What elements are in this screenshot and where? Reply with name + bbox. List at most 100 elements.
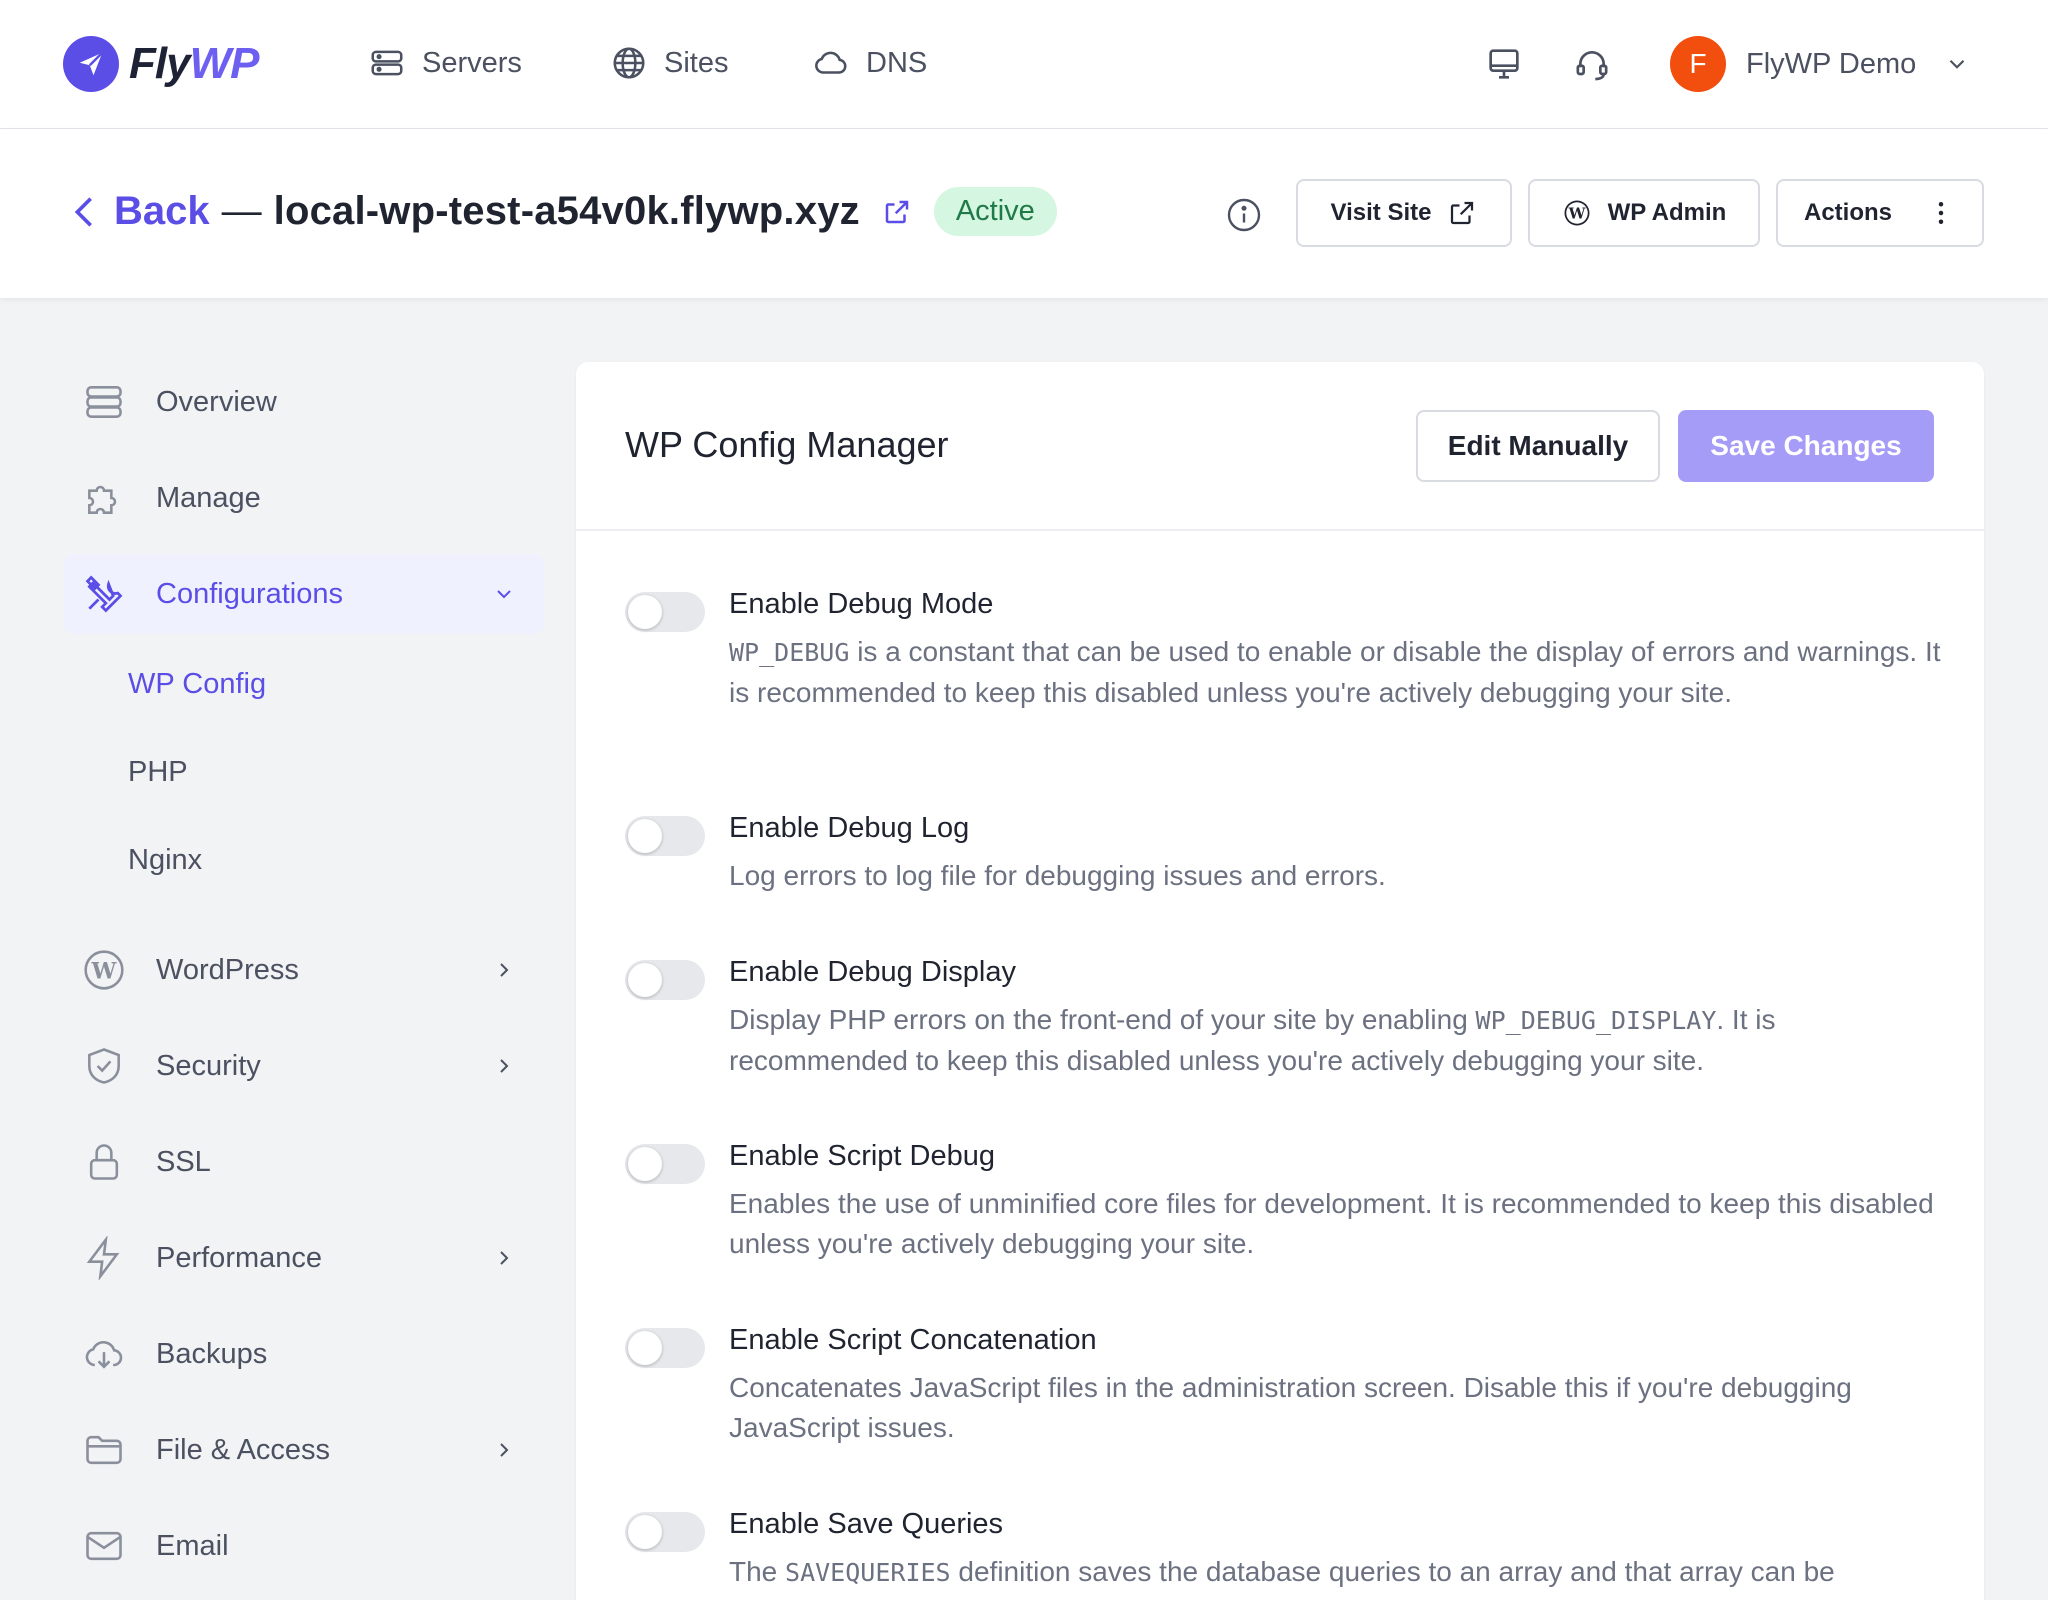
sidebar-item-label: WordPress <box>156 953 299 986</box>
sidebar-item-email[interactable]: Email <box>64 1506 544 1586</box>
chevron-right-icon <box>500 1059 509 1073</box>
setting-description-text: Display PHP errors on the front-end of y… <box>729 1004 1476 1035</box>
sidebar-item-security[interactable]: Security <box>64 1026 544 1106</box>
flywp-logo[interactable]: FlyWP <box>63 36 259 92</box>
actions-button[interactable]: Actions <box>1776 179 1984 247</box>
edit-manually-button[interactable]: Edit Manually <box>1416 410 1660 482</box>
logo-mark-icon <box>63 36 119 92</box>
wordpress-icon: W <box>84 950 124 990</box>
wordpress-icon: W <box>1564 200 1590 226</box>
toggle-knob <box>628 595 662 629</box>
headset-icon[interactable] <box>1572 44 1612 84</box>
sidebar-item-manage[interactable]: Manage <box>64 458 544 538</box>
code-constant: WP_DEBUG <box>729 638 850 667</box>
chevron-right-icon <box>500 1251 509 1265</box>
toggle-knob <box>628 819 662 853</box>
setting-description-text: definition saves the database queries to… <box>950 1556 1835 1587</box>
sidebar-item-ssl[interactable]: SSL <box>64 1122 544 1202</box>
chevron-left-icon[interactable] <box>70 192 98 232</box>
sidebar-subitem-nginx[interactable]: Nginx <box>128 844 202 877</box>
sidebar-item-overview[interactable]: Overview <box>64 362 544 442</box>
sidebar-subitem-wp-config[interactable]: WP Config <box>128 668 266 701</box>
sidebar-item-label: Security <box>156 1049 261 1082</box>
server-icon <box>371 50 403 76</box>
setting-description: Log errors to log file for debugging iss… <box>729 860 1386 891</box>
globe-icon <box>613 47 645 79</box>
save-changes-button[interactable]: Save Changes <box>1678 410 1934 482</box>
toggle-debug-log[interactable] <box>625 816 705 856</box>
shield-check-icon <box>88 1048 120 1084</box>
nav-dns-label: DNS <box>866 46 928 79</box>
toggle-script-debug[interactable] <box>625 1144 705 1184</box>
setting-title: Enable Debug Log <box>729 812 970 844</box>
code-constant: WP_DEBUG_DISPLAY <box>1475 1006 1717 1035</box>
external-link-icon[interactable] <box>882 197 912 227</box>
setting-description: Display PHP errors on the front-end of y… <box>729 1000 1945 1081</box>
wp-admin-button[interactable]: W WP Admin <box>1528 179 1760 247</box>
setting-title: Enable Script Concatenation <box>729 1324 1097 1356</box>
nav-dns[interactable]: DNS <box>812 44 927 82</box>
sidebar-item-label: SSL <box>156 1145 211 1178</box>
nav-sites[interactable]: Sites <box>610 44 728 82</box>
nav-servers-label: Servers <box>422 46 522 79</box>
monitor-icon[interactable] <box>1484 44 1524 84</box>
top-navbar: FlyWP Servers Sites DNS F FlyWP Demo <box>0 0 2048 129</box>
toggle-script-concatenation[interactable] <box>625 1328 705 1368</box>
cloud-download-icon <box>85 1341 123 1369</box>
actions-label: Actions <box>1803 199 1892 226</box>
chevron-right-icon <box>500 963 509 977</box>
visit-site-label: Visit Site <box>1330 199 1432 226</box>
sidebar-item-wordpress[interactable]: W WordPress <box>64 930 544 1010</box>
sidebar-item-label: Email <box>156 1529 229 1562</box>
lock-icon <box>89 1144 119 1180</box>
server-stack-icon <box>86 386 122 418</box>
back-link[interactable]: Back <box>114 189 210 234</box>
user-menu[interactable]: F FlyWP Demo <box>1670 36 1970 92</box>
sidebar-subitem-php[interactable]: PHP <box>128 756 188 789</box>
toggle-debug-display[interactable] <box>625 960 705 1000</box>
title-separator: — <box>221 189 262 233</box>
card-header: WP Config Manager Edit Manually Save Cha… <box>576 362 1984 531</box>
toggle-debug-mode[interactable] <box>625 592 705 632</box>
setting-title: Enable Script Debug <box>729 1140 995 1172</box>
folder-icon <box>86 1435 122 1465</box>
svg-text:W: W <box>91 958 117 984</box>
chevron-right-icon <box>500 1443 509 1457</box>
puzzle-icon <box>88 485 117 514</box>
chevron-down-icon <box>1949 59 1965 69</box>
chevron-down-icon <box>497 590 511 599</box>
nav-servers[interactable]: Servers <box>368 44 522 82</box>
setting-description-text: is a constant that can be used to enable… <box>729 636 1941 708</box>
setting-title: Enable Debug Display <box>729 956 1016 988</box>
toggle-save-queries[interactable] <box>625 1512 705 1552</box>
toggle-knob <box>628 963 662 997</box>
user-name: FlyWP Demo <box>1746 47 1917 80</box>
bolt-icon <box>86 1236 120 1280</box>
logo-wordmark: FlyWP <box>129 39 259 88</box>
cloud-icon <box>815 51 847 74</box>
wp-config-card: WP Config Manager Edit Manually Save Cha… <box>576 362 1984 1600</box>
mail-icon <box>86 1531 122 1561</box>
info-icon[interactable] <box>1226 197 1262 233</box>
svg-text:W: W <box>1567 205 1586 223</box>
more-vertical-icon <box>1938 202 1944 224</box>
page-title: local-wp-test-a54v0k.flywp.xyz <box>273 189 860 233</box>
toggle-knob <box>628 1147 662 1181</box>
sidebar-item-label: Backups <box>156 1337 268 1370</box>
setting-description: Concatenates JavaScript files in the adm… <box>729 1372 1852 1443</box>
setting-title: Enable Save Queries <box>729 1508 1004 1540</box>
sidebar-item-performance[interactable]: Performance <box>64 1218 544 1298</box>
nav-sites-label: Sites <box>664 46 729 79</box>
toggle-knob <box>628 1331 662 1365</box>
external-link-icon <box>1451 201 1474 225</box>
setting-description-text: The <box>729 1556 786 1587</box>
visit-site-button[interactable]: Visit Site <box>1296 179 1512 247</box>
setting-title: Enable Debug Mode <box>729 588 994 620</box>
site-header: Back — local-wp-test-a54v0k.flywp.xyz Ac… <box>0 129 2048 298</box>
setting-description: WP_DEBUG is a constant that can be used … <box>729 632 1945 713</box>
sidebar-item-file-access[interactable]: File & Access <box>64 1410 544 1490</box>
setting-description: The SAVEQUERIES definition saves the dat… <box>729 1552 1945 1593</box>
sidebar-item-backups[interactable]: Backups <box>64 1314 544 1394</box>
code-constant: SAVEQUERIES <box>785 1558 951 1587</box>
sidebar-item-configurations[interactable]: Configurations <box>64 554 544 634</box>
